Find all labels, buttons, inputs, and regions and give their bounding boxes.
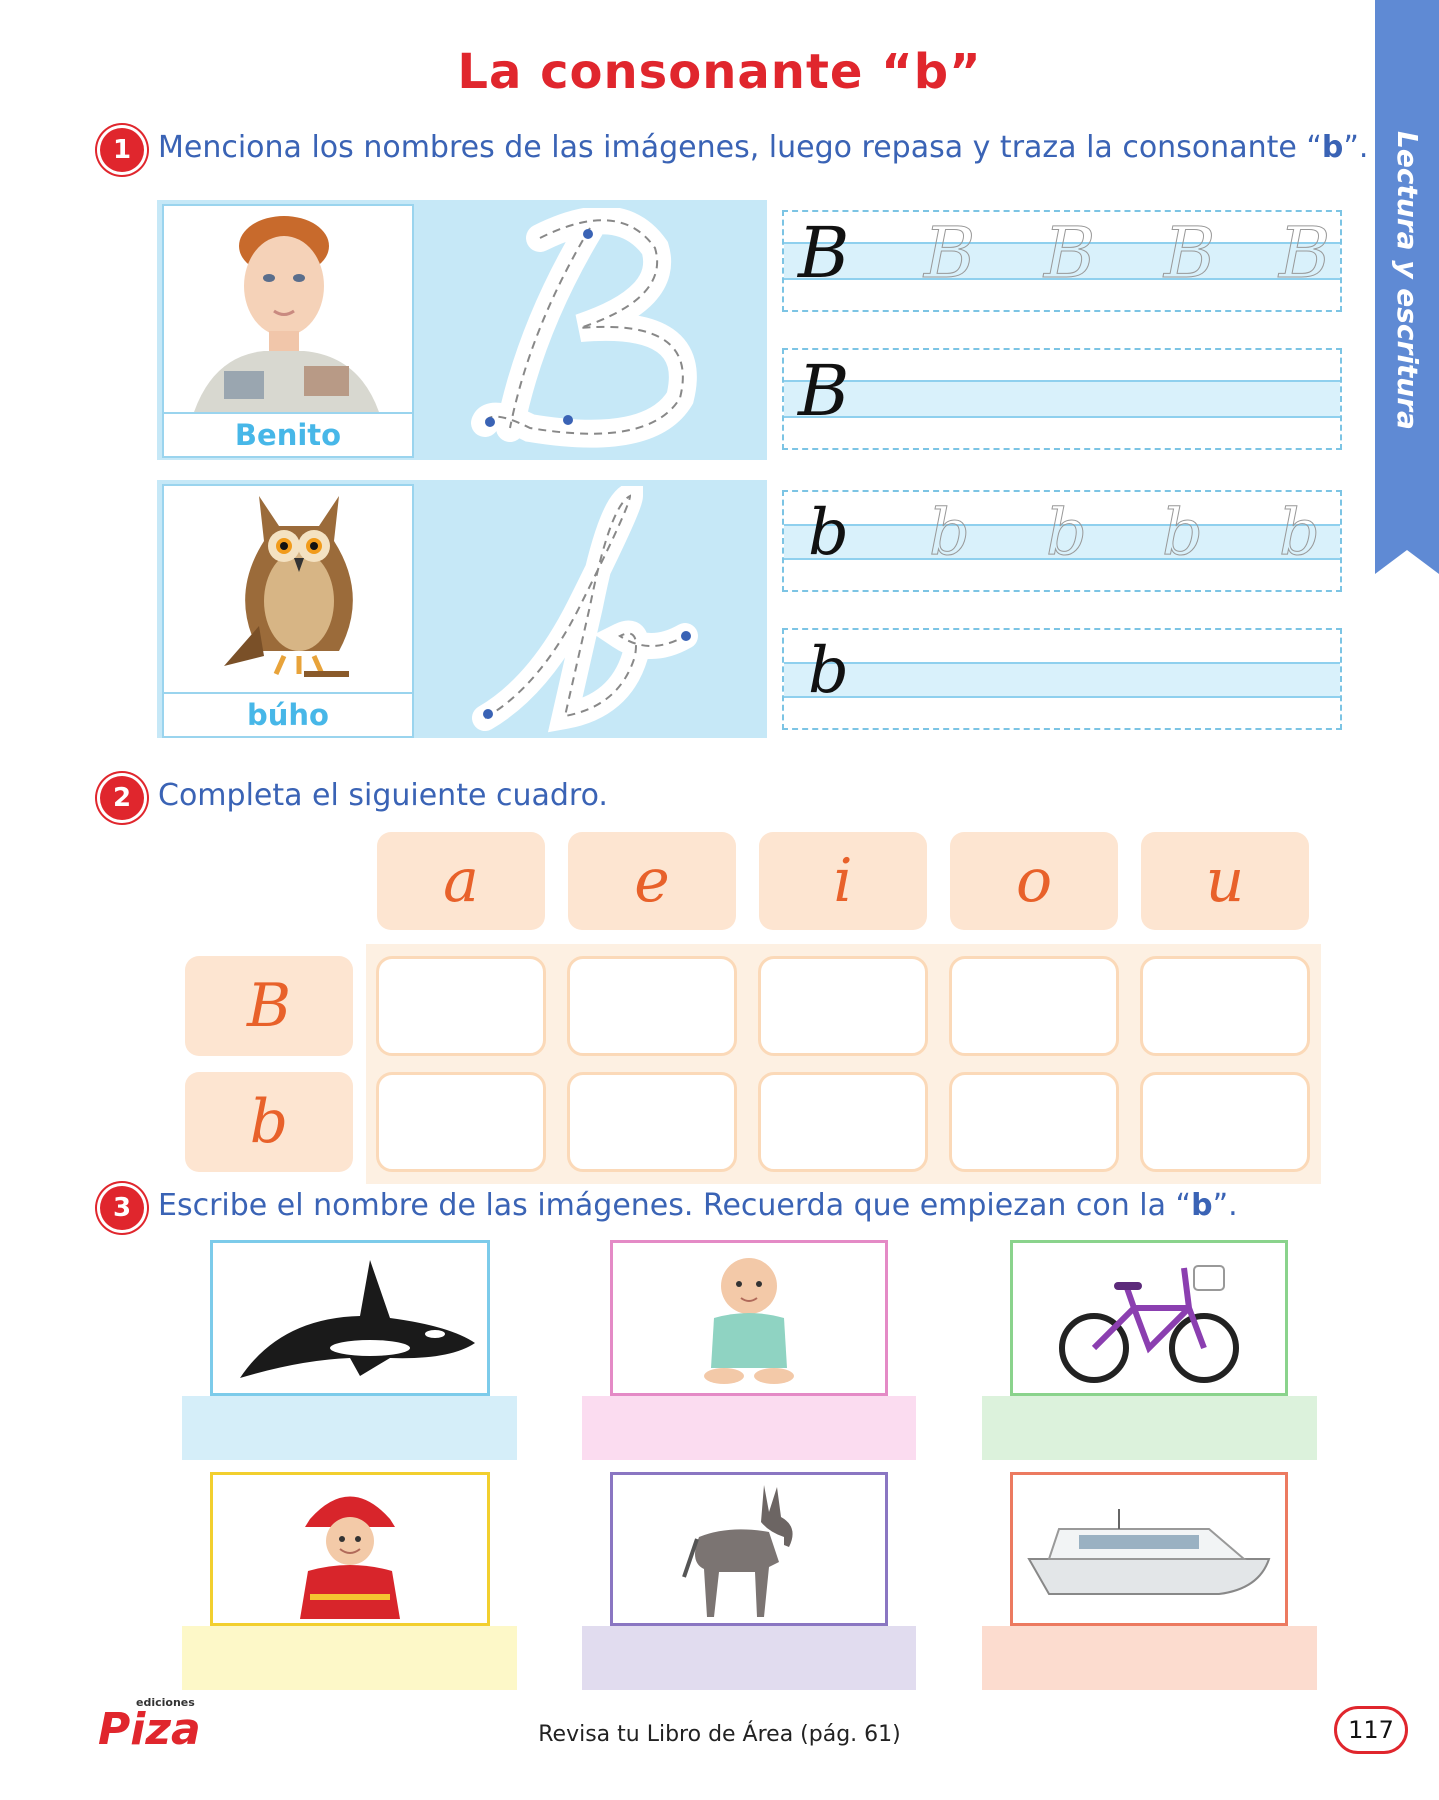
practice-row-b-upper-2[interactable]: B bbox=[782, 348, 1342, 450]
model-letter: B bbox=[798, 212, 850, 294]
model-letter: b bbox=[808, 496, 849, 570]
trace-letter: B bbox=[1278, 212, 1331, 295]
owl-icon bbox=[224, 496, 353, 677]
model-letter: b bbox=[808, 634, 849, 708]
name-label-benito: Benito bbox=[162, 412, 414, 458]
row-header-lower-b: b bbox=[185, 1072, 353, 1172]
vowel-header-u: u bbox=[1141, 832, 1309, 930]
syllable-cell[interactable] bbox=[949, 956, 1119, 1056]
trace-letter: B bbox=[923, 212, 976, 295]
baby-icon bbox=[704, 1258, 794, 1384]
picture-frame-boat bbox=[1010, 1472, 1288, 1626]
syllable-cell[interactable] bbox=[376, 1072, 546, 1172]
vowel-header-i: i bbox=[759, 832, 927, 930]
syllable-cell[interactable] bbox=[758, 1072, 928, 1172]
picture-frame-donkey bbox=[610, 1472, 888, 1626]
page-title: La consonante “b” bbox=[457, 44, 982, 100]
answer-field-firefighter[interactable] bbox=[182, 1626, 517, 1690]
syllable-cell[interactable] bbox=[567, 1072, 737, 1172]
trace-letter: b bbox=[929, 496, 971, 571]
answer-field-orca[interactable] bbox=[182, 1396, 517, 1460]
syllable-cell[interactable] bbox=[1140, 956, 1310, 1056]
exercise-number-3: 3 bbox=[100, 1186, 144, 1230]
trace-letter: b bbox=[1279, 496, 1321, 571]
syllable-cell[interactable] bbox=[567, 956, 737, 1056]
answer-field-boat[interactable] bbox=[982, 1626, 1317, 1690]
donkey-icon bbox=[682, 1484, 793, 1617]
trace-letter: B bbox=[1163, 212, 1216, 295]
practice-row-b-lower-1[interactable]: b b b b b bbox=[782, 490, 1342, 592]
owl-photo bbox=[162, 484, 414, 694]
answer-field-donkey[interactable] bbox=[582, 1626, 916, 1690]
practice-row-b-upper-1[interactable]: B B B B B bbox=[782, 210, 1342, 312]
side-tab-label: Lectura y escritura bbox=[1390, 130, 1424, 430]
exercise-number-2: 2 bbox=[100, 776, 144, 820]
trace-letter: b bbox=[1162, 496, 1204, 571]
vowel-header-a: a bbox=[377, 832, 545, 930]
instruction-1: Menciona los nombres de las imágenes, lu… bbox=[158, 130, 1369, 165]
picture-frame-orca bbox=[210, 1240, 490, 1396]
picture-frame-bicycle bbox=[1010, 1240, 1288, 1396]
orca-icon bbox=[240, 1260, 475, 1378]
page-number: 117 bbox=[1334, 1706, 1408, 1754]
trace-letter: b bbox=[1046, 496, 1088, 571]
model-letter: B bbox=[798, 350, 850, 432]
answer-field-bicycle[interactable] bbox=[982, 1396, 1317, 1460]
vowel-header-e: e bbox=[568, 832, 736, 930]
instruction-3: Escribe el nombre de las imágenes. Recue… bbox=[158, 1188, 1238, 1223]
practice-row-b-lower-2[interactable]: b bbox=[782, 628, 1342, 730]
picture-frame-firefighter bbox=[210, 1472, 490, 1626]
syllable-cell[interactable] bbox=[1140, 1072, 1310, 1172]
picture-frame-baby bbox=[610, 1240, 888, 1396]
footer-reference: Revisa tu Libro de Área (pág. 61) bbox=[538, 1722, 901, 1747]
boy-icon bbox=[194, 216, 379, 412]
answer-field-baby[interactable] bbox=[582, 1396, 916, 1460]
instruction-2: Completa el siguiente cuadro. bbox=[158, 778, 608, 813]
trace-guide-lower-b bbox=[472, 486, 698, 733]
bicycle-icon bbox=[1059, 1265, 1239, 1383]
trace-guide-upper-b bbox=[471, 208, 697, 448]
syllable-cell[interactable] bbox=[758, 956, 928, 1056]
boy-photo bbox=[162, 204, 414, 414]
row-header-upper-b: B bbox=[185, 956, 353, 1056]
name-label-buho: búho bbox=[162, 692, 414, 738]
trace-letter: B bbox=[1043, 212, 1096, 295]
boat-icon bbox=[1027, 1509, 1271, 1595]
vowel-header-o: o bbox=[950, 832, 1118, 930]
firefighter-icon bbox=[300, 1496, 400, 1619]
syllable-cell[interactable] bbox=[376, 956, 546, 1056]
syllable-cell[interactable] bbox=[949, 1072, 1119, 1172]
exercise-number-1: 1 bbox=[100, 128, 144, 172]
